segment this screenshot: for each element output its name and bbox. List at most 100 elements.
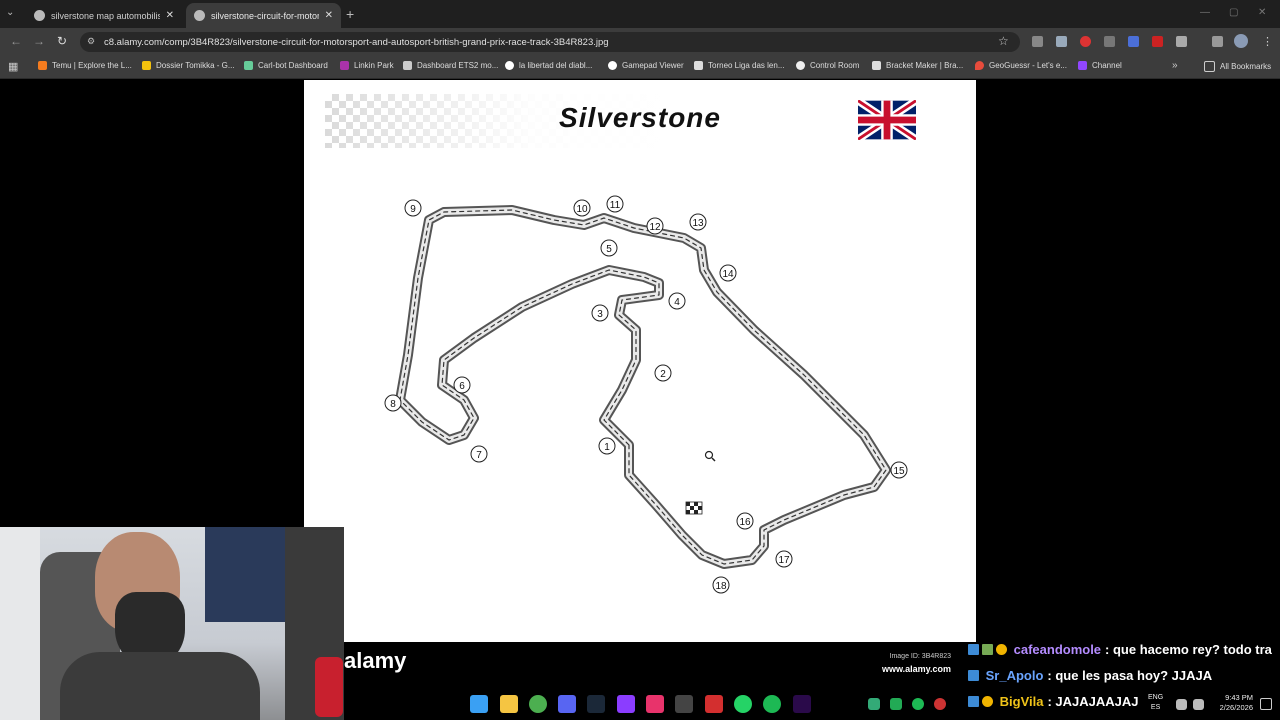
turn-label: 12 bbox=[649, 222, 661, 233]
steam-icon[interactable] bbox=[587, 695, 605, 713]
turn-marker: 2 bbox=[654, 364, 672, 382]
badge-icon bbox=[982, 644, 993, 655]
clock-time: 9:43 PM bbox=[1225, 693, 1253, 702]
bookmark-label: la libertad del diabl... bbox=[519, 61, 593, 70]
language-indicator[interactable]: ENG ES bbox=[1148, 693, 1163, 713]
tab-2-title: silverstone-circuit-for-motorsp bbox=[211, 10, 319, 21]
tray-icon[interactable] bbox=[912, 698, 924, 710]
minimize-icon[interactable]: — bbox=[1200, 7, 1210, 18]
bookmark-item[interactable]: Dashboard ETS2 mo... bbox=[403, 61, 498, 70]
clock[interactable]: 9:43 PM 2/26/2026 bbox=[1205, 693, 1253, 713]
extension-icon[interactable] bbox=[1128, 36, 1139, 47]
bookmark-label: Dashboard ETS2 mo... bbox=[417, 61, 499, 70]
turn-marker: 6 bbox=[453, 376, 471, 394]
carlbot-icon bbox=[244, 61, 253, 70]
tiktok-icon[interactable] bbox=[646, 695, 664, 713]
close-icon[interactable]: ✕ bbox=[325, 10, 333, 21]
notifications-icon[interactable] bbox=[1260, 698, 1272, 710]
control-room-icon bbox=[796, 61, 805, 70]
turn-marker: 16 bbox=[736, 512, 754, 530]
reload-icon[interactable]: ↻ bbox=[57, 34, 67, 48]
chat-username: cafeandomole bbox=[1013, 642, 1102, 657]
app-icon[interactable] bbox=[675, 695, 693, 713]
app-icon[interactable] bbox=[705, 695, 723, 713]
bookmark-label: Temu | Explore the L... bbox=[52, 61, 132, 70]
site-info-icon[interactable]: ⚙ bbox=[87, 36, 95, 47]
turn-marker: 15 bbox=[890, 461, 908, 479]
badge-icon bbox=[968, 644, 979, 655]
close-window-icon[interactable]: ✕ bbox=[1258, 7, 1266, 18]
chrome-icon[interactable] bbox=[529, 695, 547, 713]
file-explorer-icon[interactable] bbox=[500, 695, 518, 713]
volume-icon[interactable] bbox=[1193, 699, 1204, 710]
spotify-icon[interactable] bbox=[763, 695, 781, 713]
linkin-park-icon bbox=[340, 61, 349, 70]
pin-icon bbox=[975, 61, 984, 70]
tab-2[interactable]: silverstone-circuit-for-motorsp ✕ bbox=[186, 3, 341, 28]
extension-icon[interactable] bbox=[1104, 36, 1115, 47]
bookmark-item[interactable]: Carl-bot Dashboard bbox=[244, 61, 328, 70]
language-secondary: ES bbox=[1150, 704, 1161, 711]
apps-icon[interactable]: ▦ bbox=[8, 60, 18, 73]
extension-icon[interactable] bbox=[1032, 36, 1043, 47]
tab-1[interactable]: silverstone map automobilist - ✕ bbox=[26, 3, 182, 28]
language-primary: ENG bbox=[1148, 694, 1164, 701]
maximize-icon[interactable]: ▢ bbox=[1229, 7, 1238, 18]
badge-icon bbox=[968, 670, 979, 681]
turn-label: 9 bbox=[410, 204, 416, 215]
back-icon[interactable]: ← bbox=[10, 34, 22, 48]
bookmark-item[interactable]: Channel bbox=[1078, 61, 1122, 70]
windows-start-icon[interactable] bbox=[470, 695, 488, 713]
new-tab-button[interactable]: + bbox=[346, 6, 354, 22]
tab-search-icon[interactable]: ⌄ bbox=[6, 7, 14, 18]
turn-marker: 9 bbox=[404, 199, 422, 217]
bookmark-item[interactable]: Torneo Liga das len... bbox=[694, 61, 785, 70]
all-bookmarks-button[interactable]: All Bookmarks bbox=[1204, 61, 1271, 72]
profile-avatar[interactable] bbox=[1234, 34, 1248, 48]
bookmark-item[interactable]: Temu | Explore the L... bbox=[38, 61, 132, 70]
more-bookmarks-icon[interactable]: » bbox=[1172, 60, 1178, 71]
bookmark-item[interactable]: Bracket Maker | Bra... bbox=[872, 61, 963, 70]
zoom-cursor-icon bbox=[704, 450, 716, 462]
tray-icon[interactable] bbox=[868, 698, 880, 710]
reading-list-icon[interactable] bbox=[1212, 36, 1223, 47]
forward-icon[interactable]: → bbox=[33, 34, 45, 48]
bookmark-label: Dossier Tomikka - G... bbox=[156, 61, 235, 70]
network-icon[interactable] bbox=[1176, 699, 1187, 710]
bookmark-item[interactable]: Control Room bbox=[796, 61, 859, 70]
extension-icon[interactable] bbox=[1152, 36, 1163, 47]
bookmark-item[interactable]: GeoGuessr - Let's e... bbox=[975, 61, 1067, 70]
turn-marker: 3 bbox=[591, 304, 609, 322]
app-icon[interactable] bbox=[617, 695, 635, 713]
close-icon[interactable]: ✕ bbox=[166, 10, 174, 21]
turn-label: 10 bbox=[576, 204, 588, 215]
chat-message: cafeandomole: que hacemo rey? todo tra bbox=[968, 642, 1272, 657]
url-text[interactable]: c8.alamy.com/comp/3B4R823/silverstone-ci… bbox=[104, 37, 609, 48]
bookmark-item[interactable]: Dossier Tomikka - G... bbox=[142, 61, 235, 70]
turn-marker: 1 bbox=[598, 437, 616, 455]
track-map: 1 2 3 4 5 6 7 8 9 10 11 12 13 14 15 16 1… bbox=[384, 195, 908, 594]
tray-icon[interactable] bbox=[934, 698, 946, 710]
page-icon bbox=[403, 61, 412, 70]
extension-icon[interactable] bbox=[1056, 36, 1067, 47]
tray-icon[interactable] bbox=[890, 698, 902, 710]
premiere-icon[interactable] bbox=[793, 695, 811, 713]
turn-marker: 10 bbox=[573, 199, 591, 217]
badge-icon bbox=[996, 644, 1007, 655]
menu-icon[interactable]: ⋮ bbox=[1262, 35, 1273, 48]
twitch-icon bbox=[1078, 61, 1087, 70]
turn-marker: 4 bbox=[668, 292, 686, 310]
bookmark-item[interactable]: la libertad del diabl... bbox=[505, 61, 592, 70]
bookmark-item[interactable]: Gamepad Viewer bbox=[608, 61, 684, 70]
turn-label: 11 bbox=[610, 200, 621, 211]
start-finish-flag bbox=[685, 501, 703, 515]
puzzle-icon[interactable] bbox=[1176, 36, 1187, 47]
discord-icon[interactable] bbox=[558, 695, 576, 713]
turn-label: 3 bbox=[597, 309, 603, 320]
chat-text: : que les pasa hoy? JJAJA bbox=[1047, 668, 1213, 683]
extension-icon[interactable] bbox=[1080, 36, 1091, 47]
star-icon[interactable]: ☆ bbox=[998, 34, 1009, 48]
turn-label: 2 bbox=[660, 369, 666, 380]
bookmark-item[interactable]: Linkin Park bbox=[340, 61, 394, 70]
whatsapp-icon[interactable] bbox=[734, 695, 752, 713]
